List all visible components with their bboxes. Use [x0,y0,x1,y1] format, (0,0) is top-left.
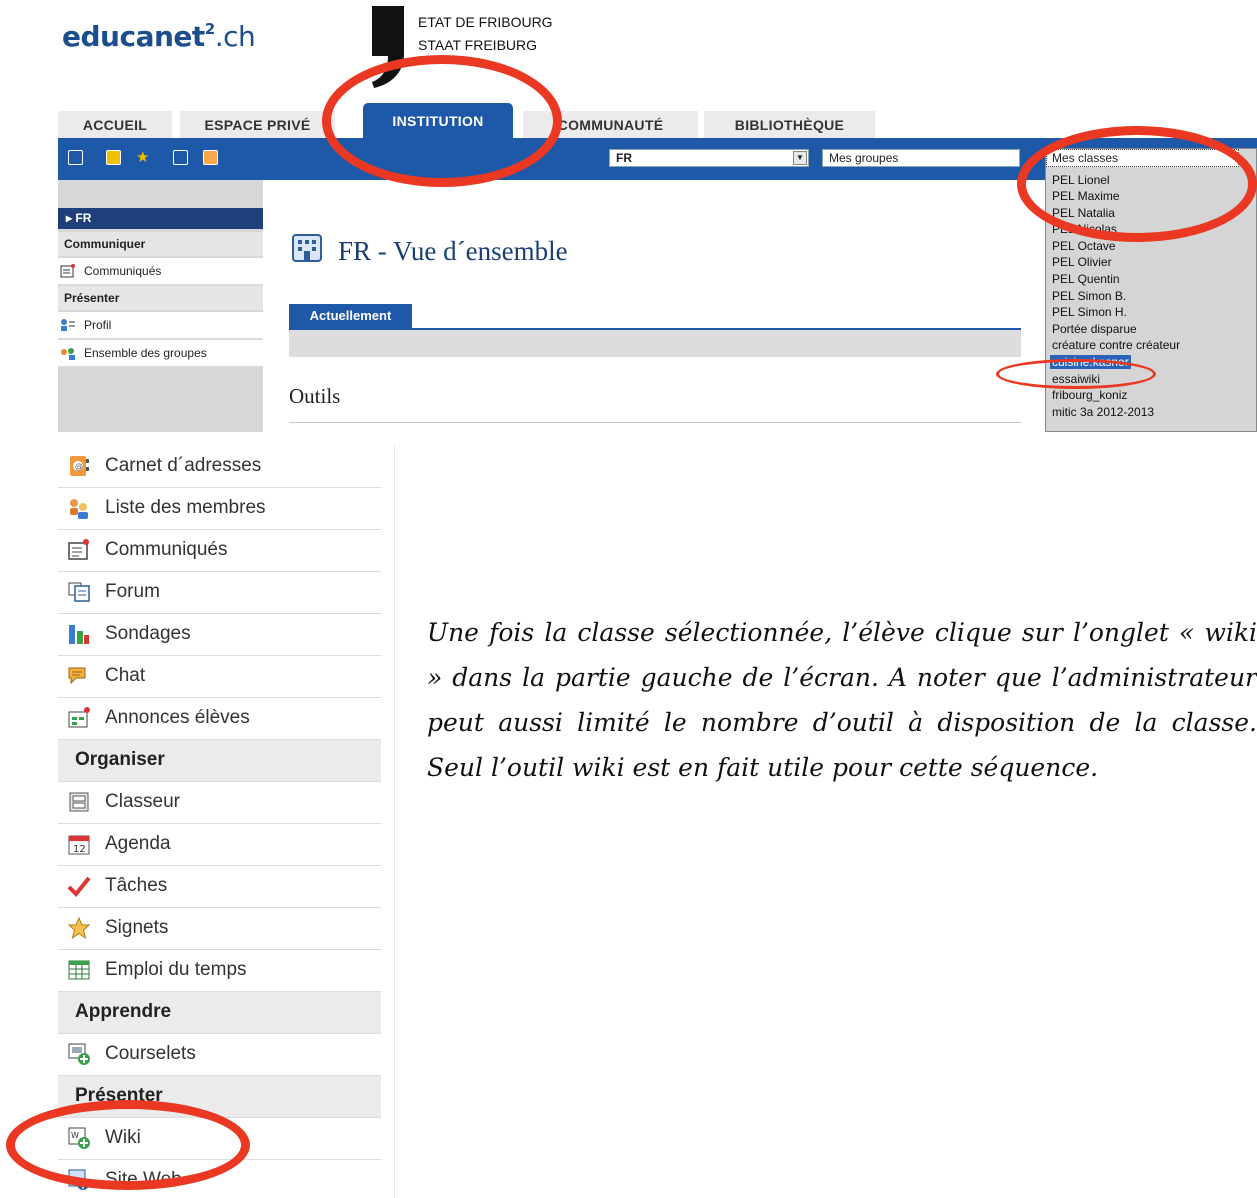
svg-text:@: @ [75,462,83,471]
tool-sondages[interactable]: Sondages [58,614,381,656]
instruction-paragraph: Une fois la classe sélectionnée, l’élève… [427,618,1257,782]
class-option[interactable]: mitic 3a 2012-2013 [1052,405,1154,419]
educanet-logo[interactable]: educanet2.ch [62,20,256,53]
class-option[interactable]: PEL Simon H. [1052,305,1127,319]
svg-text:12: 12 [73,844,86,855]
left-nav-item-communiques[interactable]: Communiqués [58,258,263,285]
groups-select[interactable]: Mes groupes [822,149,1020,167]
tool-taches[interactable]: Tâches [58,866,381,908]
annotation-ring-institution-tab [322,55,562,187]
class-option[interactable]: Portée disparue [1052,322,1137,336]
courselets-icon [68,1043,90,1065]
class-option[interactable]: PEL Quentin [1052,272,1120,286]
content-bar [289,330,1021,357]
annotation-ring-essaiwiki [996,359,1156,389]
favorites-icon[interactable]: ★ [136,150,151,165]
tool-forum[interactable]: Forum [58,572,381,614]
forum-icon [68,582,90,602]
tab-bibliotheque[interactable]: BIBLIOTHÈQUE [704,111,875,138]
timetable-icon [68,960,90,980]
notes-icon[interactable] [106,150,121,165]
calendar-icon: 12 [68,835,90,855]
announcement-icon [68,539,89,560]
tools-heading: Outils [289,384,341,408]
tab-accueil[interactable]: ACCUEIL [58,111,172,138]
class-option[interactable]: fribourg_koniz [1052,388,1127,402]
tools-sidebar: @ Carnet d´adresses Liste des membres Co… [58,446,381,1198]
groups-icon [61,348,75,360]
print-icon[interactable] [173,150,188,165]
class-option[interactable]: créature contre créateur [1052,338,1180,352]
tool-emploi-du-temps[interactable]: Emploi du temps [58,950,381,992]
annotation-ring-wiki-tool [6,1100,250,1190]
left-nav-current[interactable]: ▸ FR [58,208,263,229]
section-organiser: Organiser [58,740,381,782]
left-nav-section-communiquer: Communiquer [58,232,263,256]
tool-carnet-adresses[interactable]: @ Carnet d´adresses [58,446,381,488]
members-icon [70,499,88,519]
panel-divider [394,446,395,1198]
student-ads-icon [68,707,90,728]
tool-chat[interactable]: Chat [58,656,381,698]
tool-courselets[interactable]: Courselets [58,1034,381,1076]
state-name-de: STAAT FREIBURG [418,37,538,53]
binder-icon [69,792,89,812]
state-name-fr: ETAT DE FRIBOURG [418,14,553,30]
class-option[interactable]: PEL Olivier [1052,255,1112,269]
tool-annonces-eleves[interactable]: Annonces élèves [58,698,381,740]
tool-communiques[interactable]: Communiqués [58,530,381,572]
announcement-icon [60,264,75,278]
left-nav-section-presenter: Présenter [58,286,263,310]
tools-divider [289,422,1021,423]
tab-actuellement[interactable]: Actuellement [289,304,412,329]
chevron-down-icon[interactable]: ▼ [793,151,807,165]
help-icon[interactable] [203,150,218,165]
class-option[interactable]: PEL Octave [1052,239,1116,253]
tool-liste-membres[interactable]: Liste des membres [58,488,381,530]
tool-agenda[interactable]: 12 Agenda [58,824,381,866]
star-icon [67,916,91,940]
tool-classeur[interactable]: Classeur [58,782,381,824]
address-book-icon: @ [70,456,89,476]
checkmark-icon [67,876,91,897]
chat-icon [68,667,86,685]
window-icon[interactable] [68,150,83,165]
institution-select[interactable]: FR ▼ [609,149,809,167]
class-option[interactable]: PEL Simon B. [1052,289,1126,303]
poll-icon [69,625,89,644]
building-icon [292,234,322,262]
page-title: FR - Vue d´ensemble [338,236,568,266]
left-nav-item-profil[interactable]: Profil [58,312,263,339]
tool-signets[interactable]: Signets [58,908,381,950]
section-apprendre: Apprendre [58,992,381,1034]
profile-icon [61,319,75,331]
annotation-ring-classes-select [1017,126,1257,242]
left-nav-item-ensemble-groupes[interactable]: Ensemble des groupes [58,340,263,367]
tab-espace-prive[interactable]: ESPACE PRIVÉ [180,111,335,138]
